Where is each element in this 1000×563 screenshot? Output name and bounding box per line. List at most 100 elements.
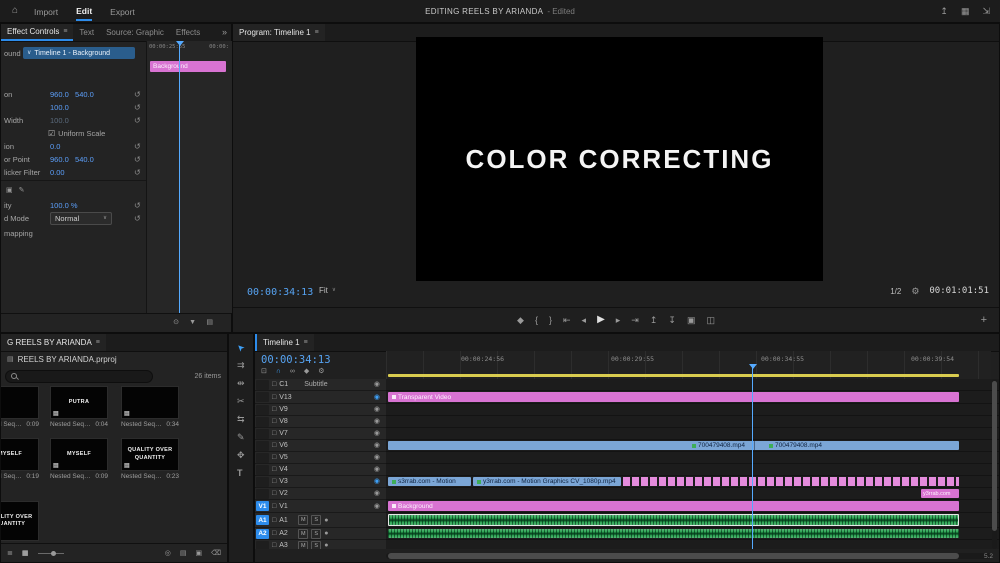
mini-playhead[interactable] <box>179 41 180 313</box>
eye-icon[interactable] <box>374 381 380 388</box>
project-item[interactable]: QUALITY OVER QUANTITY Nested Sequence 23… <box>121 438 179 480</box>
project-item-thumbnail[interactable]: MYSELF <box>50 438 108 471</box>
slip-tool[interactable] <box>237 415 245 424</box>
track-header[interactable]: V7 <box>255 428 386 440</box>
scrollbar-thumb[interactable] <box>388 553 959 559</box>
work-area-bar[interactable] <box>388 374 959 377</box>
track-header[interactable]: V9 <box>255 404 386 416</box>
param-scale-value[interactable]: 100.0 <box>50 103 69 112</box>
reset-param-icon[interactable] <box>134 215 141 223</box>
mic-icon[interactable] <box>324 542 328 549</box>
track-lane[interactable]: 700479408.mp4 700479408.mp4 <box>386 440 999 452</box>
track-lane[interactable] <box>386 416 999 428</box>
timeline-horizontal-scrollbar[interactable] <box>386 553 991 559</box>
blend-mode-dropdown[interactable]: Normal <box>50 212 112 225</box>
stopwatch-icon[interactable] <box>173 319 179 326</box>
track-header[interactable]: V3 <box>255 476 386 488</box>
track-lane[interactable] <box>386 528 999 540</box>
extract-button[interactable] <box>668 316 676 325</box>
timeline-clip-background[interactable]: Background <box>388 501 959 511</box>
project-item[interactable]: PUTRA Nested Sequence 19 0:04 <box>50 386 108 428</box>
mini-clip-background[interactable]: Background <box>150 61 226 72</box>
eye-icon[interactable] <box>374 394 380 401</box>
track-header[interactable]: A3 M S <box>255 540 386 549</box>
lock-icon[interactable] <box>272 490 276 497</box>
tab-effects[interactable]: Effects <box>170 24 206 41</box>
mute-button[interactable]: M <box>298 540 309 549</box>
uniform-scale-checkbox[interactable] <box>48 130 55 138</box>
track-header[interactable]: V4 <box>255 464 386 476</box>
filter-funnel-icon[interactable] <box>189 319 196 326</box>
tab-text[interactable]: Text <box>73 24 100 41</box>
add-marker-button[interactable] <box>517 316 524 325</box>
track-select-tool[interactable] <box>237 361 245 370</box>
selection-tool[interactable] <box>235 342 247 354</box>
button-editor-plus[interactable] <box>981 315 987 326</box>
source-patch-badge[interactable] <box>256 440 269 451</box>
track-lane[interactable]: Transparent Video <box>386 391 999 404</box>
project-item-thumbnail[interactable]: QUALITY OVER QUANTITY <box>121 438 179 471</box>
panel-menu-icon[interactable] <box>96 339 100 346</box>
lock-icon[interactable] <box>272 478 276 485</box>
playback-resolution-dropdown[interactable]: 1/2 <box>890 287 901 296</box>
tab-timeline-1[interactable]: Timeline 1 <box>257 334 314 351</box>
panel-menu-icon[interactable] <box>304 339 308 346</box>
export-frame-button[interactable] <box>687 316 696 325</box>
list-view-icon[interactable] <box>7 550 13 557</box>
mark-in-button[interactable] <box>535 316 538 325</box>
eye-icon[interactable] <box>374 430 380 437</box>
eye-icon[interactable] <box>374 478 380 485</box>
mark-out-button[interactable] <box>549 316 552 325</box>
hand-tool[interactable] <box>237 451 245 460</box>
reset-param-icon[interactable] <box>134 104 141 112</box>
lock-icon[interactable] <box>272 430 276 437</box>
source-patch-badge[interactable] <box>256 464 269 475</box>
home-icon[interactable] <box>12 6 18 16</box>
reset-param-icon[interactable] <box>134 143 141 151</box>
param-rotation-value[interactable]: 0.0 <box>50 142 60 151</box>
timeline-clip-motion-graphics[interactable]: y3rrab.com - Motion Graphics CV_1080p.mp… <box>473 477 621 486</box>
new-bin-icon[interactable] <box>180 550 187 557</box>
timeline-short-clips-group[interactable] <box>623 477 959 486</box>
track-lane[interactable]: y3rrab.com <box>386 488 999 500</box>
project-item[interactable]: MYSELF Nested Sequence 22 0:09 <box>50 438 108 480</box>
scrollbar-thumb[interactable] <box>992 381 997 531</box>
lock-icon[interactable] <box>272 381 276 388</box>
track-header[interactable]: V13 <box>255 391 386 404</box>
go-to-out-button[interactable] <box>631 316 639 325</box>
track-lane[interactable]: s3rrab.com - Motion y3rrab.com - Motion … <box>386 476 999 488</box>
add-marker-icon[interactable] <box>304 368 309 375</box>
step-forward-button[interactable] <box>616 316 621 325</box>
reset-param-icon[interactable] <box>134 202 141 210</box>
project-item[interactable]: QUALITY OVER QUANTITY <box>1 501 39 541</box>
mic-icon[interactable] <box>324 517 328 524</box>
lock-icon[interactable] <box>272 542 276 549</box>
param-opacity-value[interactable]: 100.0 % <box>50 201 78 210</box>
source-patch-badge-v1[interactable]: V1 <box>256 501 269 511</box>
reset-param-icon[interactable] <box>134 156 141 164</box>
eye-icon[interactable] <box>374 406 380 413</box>
source-patch-badge-a1[interactable]: A1 <box>256 515 269 525</box>
pen-tool[interactable] <box>237 433 245 442</box>
param-antiflicker-value[interactable]: 0.00 <box>50 168 65 177</box>
project-item-thumbnail[interactable]: MYSELF <box>1 438 39 471</box>
track-header[interactable]: V5 <box>255 452 386 464</box>
type-tool[interactable] <box>237 469 243 478</box>
timeline-audio-clip[interactable] <box>388 529 959 538</box>
track-lane[interactable] <box>386 428 999 440</box>
lock-icon[interactable] <box>272 442 276 449</box>
project-item-thumbnail[interactable]: PUTRA <box>50 386 108 419</box>
comparison-view-button[interactable] <box>706 316 715 325</box>
linked-selection-icon[interactable] <box>290 368 295 375</box>
track-lane[interactable] <box>386 404 999 416</box>
tab-source-graphic[interactable]: Source: Graphic <box>100 24 170 41</box>
timeline-audio-clip[interactable] <box>388 514 959 526</box>
find-icon[interactable] <box>165 550 171 557</box>
tab-effect-controls[interactable]: Effect Controls <box>1 24 74 41</box>
source-patch-badge[interactable] <box>256 488 269 499</box>
reset-param-icon[interactable] <box>134 117 141 125</box>
source-patch-badge[interactable] <box>256 476 269 487</box>
eye-icon[interactable] <box>374 490 380 497</box>
project-item-thumbnail[interactable]: QUALITY OVER QUANTITY <box>1 501 39 541</box>
workspaces-icon[interactable] <box>961 7 970 16</box>
